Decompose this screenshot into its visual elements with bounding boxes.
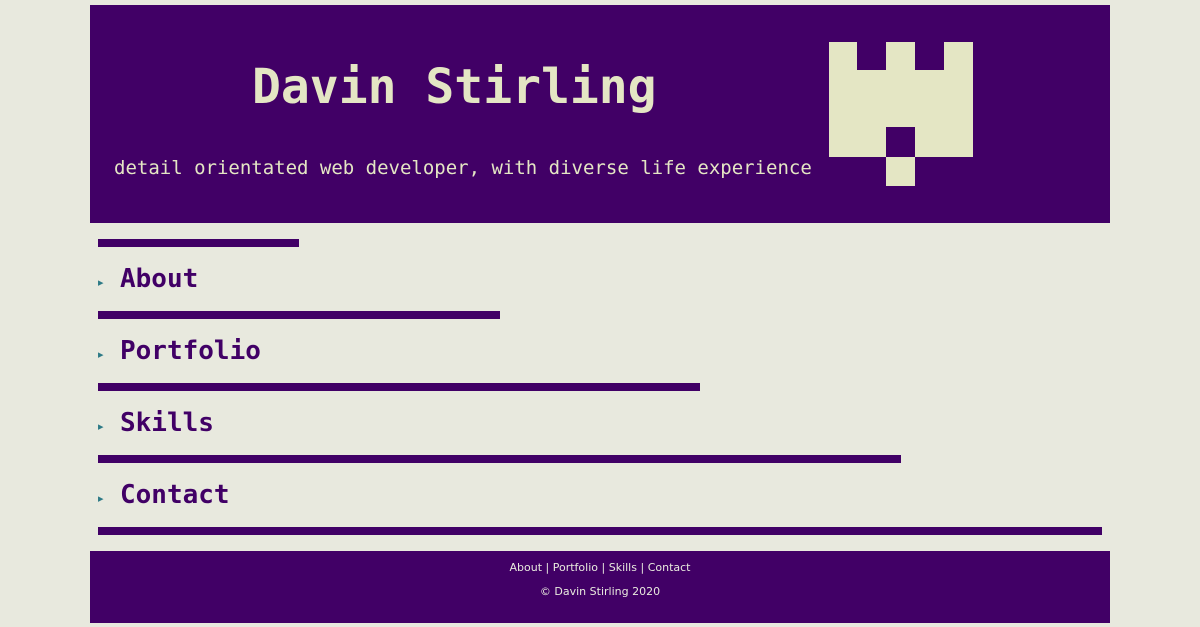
nav-item-contact[interactable]: ▸ Contact — [98, 475, 230, 515]
nav-arrow-icon: ▸ — [98, 275, 104, 289]
bottom-divider-bar — [98, 527, 1102, 535]
portfolio-divider-bar — [98, 311, 500, 319]
nav-arrow-icon: ▸ — [98, 419, 104, 433]
site-tagline: detail orientated web developer, with di… — [114, 157, 812, 179]
nav-item-portfolio[interactable]: ▸ Portfolio — [98, 331, 261, 371]
footer-link-about[interactable]: About — [509, 561, 542, 574]
contact-divider-bar — [98, 455, 901, 463]
nav-item-about[interactable]: ▸ About — [98, 259, 198, 299]
nav-item-skills[interactable]: ▸ Skills — [98, 403, 214, 443]
footer-link-skills[interactable]: Skills — [609, 561, 637, 574]
footer-nav: About | Portfolio | Skills | Contact — [90, 561, 1110, 575]
skills-divider-bar — [98, 383, 700, 391]
footer-separator: | — [545, 561, 550, 574]
about-divider-bar — [98, 239, 299, 247]
nav-item-label: Contact — [120, 480, 230, 510]
site-header: Davin Stirling detail orientated web dev… — [90, 5, 1110, 223]
site-footer: About | Portfolio | Skills | Contact © D… — [90, 551, 1110, 623]
footer-separator: | — [601, 561, 606, 574]
footer-copyright: © Davin Stirling 2020 — [539, 585, 661, 598]
footer-separator: | — [640, 561, 645, 574]
nav-item-label: Portfolio — [120, 336, 261, 366]
site-title: Davin Stirling — [252, 59, 657, 115]
nav-arrow-icon: ▸ — [98, 347, 104, 361]
castle-icon — [829, 42, 973, 186]
nav-arrow-icon: ▸ — [98, 491, 104, 505]
nav-item-label: About — [120, 264, 199, 294]
nav-item-label: Skills — [120, 408, 214, 438]
footer-link-portfolio[interactable]: Portfolio — [553, 561, 598, 574]
footer-link-contact[interactable]: Contact — [648, 561, 691, 574]
